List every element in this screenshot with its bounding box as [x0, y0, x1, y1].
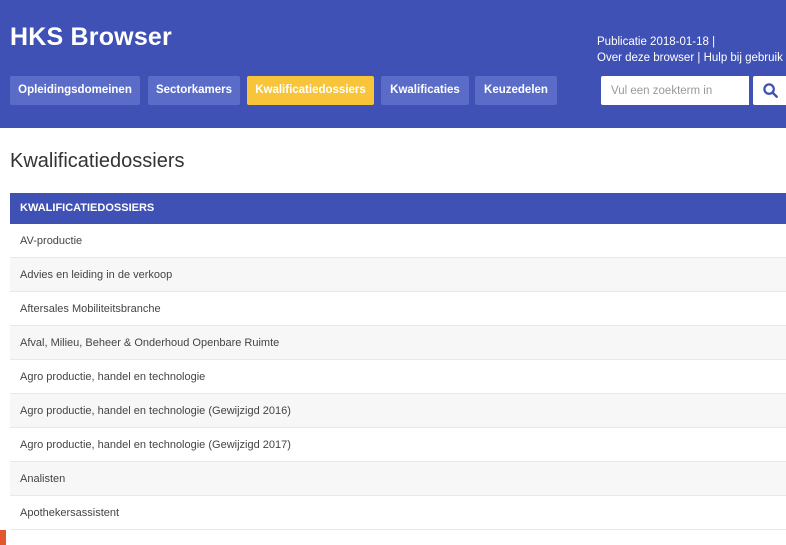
table-row[interactable]: Advies en leiding in de verkoop	[10, 258, 786, 292]
table-row[interactable]: Apothekersassistent	[10, 496, 786, 530]
app-header: HKS Browser Publicatie 2018-01-18 | Over…	[0, 0, 786, 128]
dossier-table: KWALIFICATIEDOSSIERS AV-productie Advies…	[10, 193, 786, 530]
about-link[interactable]: Over deze browser	[597, 52, 694, 64]
brand-title[interactable]: HKS Browser	[10, 23, 172, 52]
table-header: KWALIFICATIEDOSSIERS	[10, 193, 786, 224]
table-row[interactable]: Agro productie, handel en technologie (G…	[10, 394, 786, 428]
link-separator: |	[697, 52, 701, 64]
nav-kwalificatiedossiers[interactable]: Kwalificatiedossiers	[247, 76, 374, 105]
nav-opleidingsdomeinen[interactable]: Opleidingsdomeinen	[10, 76, 140, 105]
nav-sectorkamers[interactable]: Sectorkamers	[148, 76, 240, 105]
help-link[interactable]: Hulp bij gebruik	[704, 52, 783, 64]
table-row[interactable]: Afval, Milieu, Beheer & Onderhoud Openba…	[10, 326, 786, 360]
table-row[interactable]: Agro productie, handel en technologie (G…	[10, 428, 786, 462]
page-title: Kwalificatiedossiers	[10, 150, 185, 172]
table-row[interactable]: Agro productie, handel en technologie	[10, 360, 786, 394]
search-input[interactable]	[601, 76, 749, 105]
table-row[interactable]: Aftersales Mobiliteitsbranche	[10, 292, 786, 326]
corner-marker	[0, 530, 6, 545]
search-button[interactable]	[753, 76, 786, 105]
publication-info: Publicatie 2018-01-18 | Over deze browse…	[597, 34, 783, 66]
publication-date: Publicatie 2018-01-18 |	[597, 36, 716, 48]
nav-kwalificaties[interactable]: Kwalificaties	[381, 76, 469, 105]
table-row[interactable]: Analisten	[10, 462, 786, 496]
search-icon	[763, 83, 778, 98]
search-bar	[601, 76, 786, 105]
table-row[interactable]: AV-productie	[10, 224, 786, 258]
nav-keuzedelen[interactable]: Keuzedelen	[475, 76, 557, 105]
